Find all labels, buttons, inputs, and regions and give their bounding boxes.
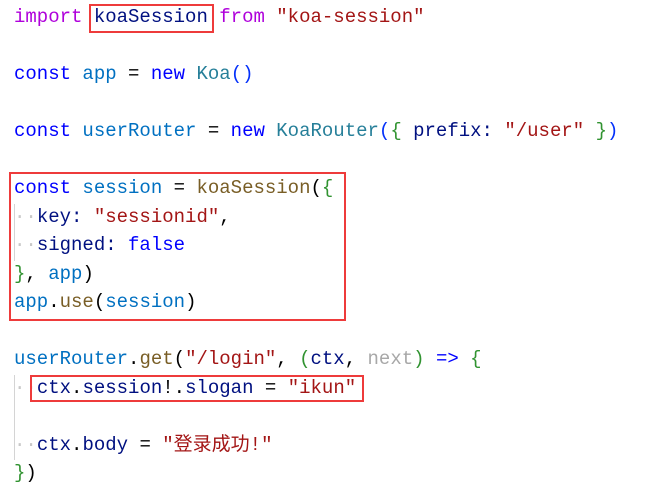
code-line: userRouter.get("/login", (ctx, next) => … bbox=[14, 345, 618, 374]
code-token: ) bbox=[413, 348, 425, 370]
code-token: ( bbox=[299, 348, 311, 370]
highlight-box-import bbox=[89, 4, 214, 33]
code-token: "登录成功!" bbox=[162, 433, 273, 456]
code-line: }) bbox=[14, 459, 618, 488]
code-token: ctx bbox=[310, 348, 345, 370]
whitespace-marker: ·· bbox=[14, 433, 37, 456]
code-token: const bbox=[14, 63, 83, 85]
code-token: . bbox=[128, 348, 140, 370]
code-token: ( bbox=[173, 348, 186, 370]
code-token: from bbox=[207, 6, 277, 28]
code-token: } bbox=[14, 462, 26, 484]
code-token: body bbox=[82, 433, 129, 456]
code-token: userRouter bbox=[14, 348, 129, 370]
code-token: , bbox=[276, 348, 300, 370]
code-token: Koa bbox=[196, 63, 231, 85]
code-token: ) bbox=[606, 120, 619, 142]
code-token: { bbox=[390, 120, 402, 142]
code-token: } bbox=[595, 120, 607, 142]
indent-guide bbox=[14, 375, 15, 460]
code-token: new bbox=[230, 120, 277, 142]
code-token: => bbox=[435, 348, 459, 370]
code-token: ( bbox=[378, 120, 391, 142]
code-token: app bbox=[82, 63, 117, 85]
code-token: prefix: bbox=[401, 120, 505, 142]
code-token: , bbox=[344, 348, 368, 370]
code-token: = bbox=[196, 120, 231, 142]
code-token: "/login" bbox=[185, 348, 277, 370]
code-token: next bbox=[367, 348, 414, 370]
highlight-box-session-config bbox=[9, 172, 346, 321]
code-token: "koa-session" bbox=[276, 6, 425, 28]
code-token: import bbox=[14, 6, 94, 28]
code-token: () bbox=[230, 63, 254, 85]
code-token: const bbox=[14, 120, 83, 142]
code-token: = bbox=[116, 63, 151, 85]
code-token: ) bbox=[25, 462, 37, 484]
code-line: const app = new Koa() bbox=[14, 60, 618, 89]
code-token: get bbox=[139, 348, 174, 370]
code-token: { bbox=[470, 348, 482, 370]
highlight-box-slogan bbox=[30, 375, 364, 402]
code-token: . bbox=[71, 433, 83, 456]
code-token: new bbox=[150, 63, 197, 85]
code-line: ··ctx.body = "登录成功!" bbox=[14, 431, 618, 460]
code-token: ctx bbox=[36, 433, 72, 456]
code-token: KoaRouter bbox=[276, 120, 379, 142]
code-line: const userRouter = new KoaRouter({ prefi… bbox=[14, 117, 618, 146]
code-token: "/user" bbox=[504, 120, 585, 142]
code-token: = bbox=[128, 433, 163, 456]
code-token: userRouter bbox=[82, 120, 197, 142]
